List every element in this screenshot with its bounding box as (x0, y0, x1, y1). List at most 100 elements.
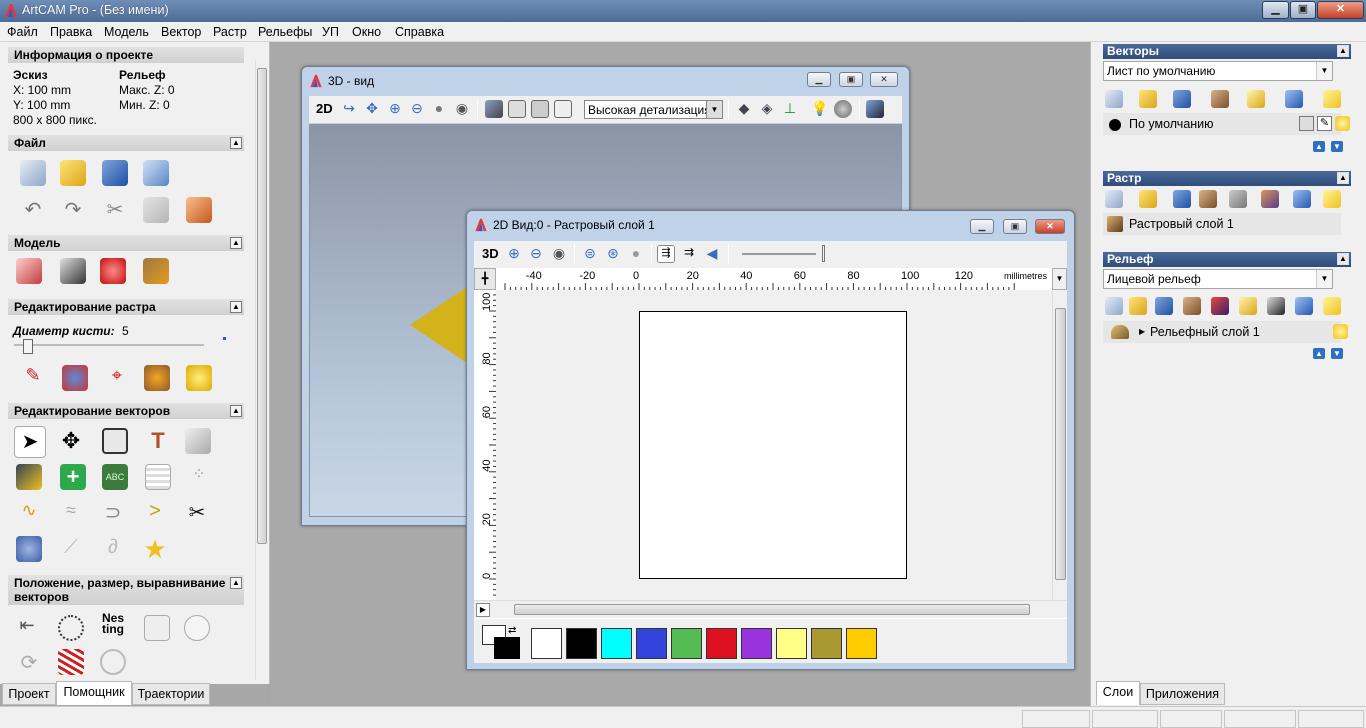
toggle-3d-button[interactable]: 3D (482, 246, 499, 261)
block-copy-icon[interactable]: ⁘ (186, 464, 212, 490)
visibility-icon[interactable] (1247, 90, 1265, 108)
trim-icon[interactable]: ✂ (184, 500, 210, 526)
close-button[interactable]: ✕ (870, 72, 898, 87)
position-align-header[interactable]: Положение, размер, выравнивание векторов ▲ (8, 575, 244, 605)
palette-swatch[interactable] (776, 628, 807, 659)
merge-layer-icon[interactable] (1183, 297, 1201, 315)
maximize-button[interactable]: ▣ (1003, 219, 1027, 234)
fill-icon[interactable] (62, 365, 88, 391)
copy-layer-icon[interactable] (1229, 190, 1247, 208)
wireframe-icon[interactable]: ◈ (758, 100, 776, 118)
move-down-icon[interactable]: ▼ (1331, 348, 1343, 359)
open-folder-icon[interactable] (60, 160, 86, 186)
palette-swatch[interactable] (811, 628, 842, 659)
text-on-curve-icon[interactable]: ABC (102, 464, 128, 490)
new-layer-icon[interactable] (1105, 297, 1123, 315)
zoom-all-icon[interactable]: ◉ (550, 245, 568, 263)
axes-icon[interactable]: ⊥ (781, 100, 799, 118)
delete-layer-icon[interactable] (1295, 297, 1313, 315)
play-icon[interactable]: ▶ (476, 603, 490, 617)
paint-brush-icon[interactable]: ✎ (20, 365, 46, 391)
show-relief-icon[interactable]: ◀ (703, 245, 721, 263)
paste-icon[interactable] (186, 197, 212, 223)
visibility-icon[interactable] (1239, 297, 1257, 315)
smooth-icon[interactable]: ≈ (58, 500, 84, 526)
mirror-icon[interactable]: ⟋ (58, 536, 84, 562)
collapse-icon[interactable]: ▲ (230, 577, 242, 589)
save-layer-icon[interactable] (1173, 190, 1191, 208)
open-layer-icon[interactable] (1129, 297, 1147, 315)
collapse-icon[interactable]: ▲ (230, 405, 242, 417)
left-panel-scrollbar[interactable] (255, 60, 268, 680)
detail-level-select[interactable]: Высокая детализация ▼ (584, 100, 723, 119)
grid-array-icon[interactable] (145, 464, 171, 490)
zoom-previous-icon[interactable]: ⊜ (581, 245, 599, 263)
scrollbar-thumb[interactable] (514, 604, 1030, 615)
zoom-selection-icon[interactable]: ⊛ (604, 245, 622, 263)
zoom-out-icon[interactable]: ⊖ (527, 245, 545, 263)
minimize-button[interactable]: ▁ (970, 219, 994, 234)
relief-select[interactable]: Лицевой рельеф ▼ (1103, 269, 1333, 289)
import-icon[interactable] (143, 160, 169, 186)
copy-icon[interactable] (143, 197, 169, 223)
transform-icon[interactable]: ✥ (58, 428, 84, 454)
collapse-icon[interactable]: ▲ (1337, 45, 1349, 57)
brush-slider-thumb[interactable] (23, 339, 33, 354)
palette-swatch[interactable] (706, 628, 737, 659)
vector-layer-item[interactable]: По умолчанию ✎ (1103, 113, 1350, 135)
tab-layers[interactable]: Слои (1096, 681, 1140, 705)
delete-layer-icon[interactable] (1293, 190, 1311, 208)
menu-edit[interactable]: Правка (50, 25, 92, 39)
lock-icon[interactable] (1299, 116, 1314, 131)
close-button[interactable]: ✕ (1317, 1, 1364, 19)
redo-icon[interactable]: ↷ (60, 197, 86, 223)
tab-toolpaths[interactable]: Траектории (132, 683, 210, 705)
distribute-icon[interactable] (58, 615, 84, 641)
palette-swatch[interactable] (846, 628, 877, 659)
fillet-icon[interactable]: > (142, 500, 168, 526)
collapse-icon[interactable]: ▲ (1337, 172, 1349, 184)
top-view-icon[interactable] (554, 100, 572, 118)
transparency-slider-thumb[interactable] (822, 245, 825, 262)
zoom-out-icon[interactable]: ⊖ (408, 100, 426, 118)
horizontal-scrollbar[interactable]: ▶ (474, 600, 1067, 618)
weave-icon[interactable] (16, 536, 42, 562)
new-layer-icon[interactable] (1105, 90, 1123, 108)
side-view-icon[interactable] (531, 100, 549, 118)
raster-header[interactable]: Растр ▲ (1103, 171, 1351, 186)
toggle-2d-button[interactable]: 2D (316, 101, 333, 116)
zoom-window-icon[interactable]: ● (430, 100, 448, 118)
spiral-icon[interactable]: ∂ (100, 536, 126, 562)
settings-icon[interactable] (866, 100, 884, 118)
palette-swatch[interactable] (531, 628, 562, 659)
merge-layer-icon[interactable] (1199, 190, 1217, 208)
scrollbar-thumb[interactable] (1055, 308, 1066, 580)
raster-layer-item[interactable]: Растровый слой 1 (1103, 213, 1341, 235)
vertical-scrollbar[interactable] (1052, 290, 1067, 600)
new-layer-icon[interactable] (1105, 190, 1123, 208)
menu-reliefs[interactable]: Рельефы (258, 25, 312, 39)
color-select-icon[interactable] (186, 365, 212, 391)
rectangle-icon[interactable] (102, 428, 128, 454)
maximize-button[interactable]: ▣ (1290, 1, 1316, 19)
zoom-in-icon[interactable]: ⊕ (386, 100, 404, 118)
shapes-icon[interactable] (185, 428, 211, 454)
new-file-icon[interactable] (20, 160, 46, 186)
minimize-button[interactable]: ▁ (1262, 1, 1289, 19)
collapse-icon[interactable]: ▲ (230, 137, 242, 149)
rotate-view-icon[interactable]: ↪ (340, 100, 358, 118)
model-resolution-icon[interactable] (60, 258, 86, 284)
palette-swatch[interactable] (566, 628, 597, 659)
delete-layer-icon[interactable] (1285, 90, 1303, 108)
drawing-canvas[interactable] (496, 290, 1052, 600)
show-vectors-icon[interactable]: ⇶ (657, 245, 675, 263)
rotate-icon[interactable]: ⟳ (16, 650, 42, 676)
menu-raster[interactable]: Растр (213, 25, 247, 39)
add-node-icon[interactable]: + (60, 464, 86, 490)
secondary-color-swatch[interactable] (494, 637, 520, 659)
iso-view-icon[interactable] (485, 100, 503, 118)
tab-project[interactable]: Проект (2, 683, 56, 705)
save-layer-icon[interactable] (1173, 90, 1191, 108)
vector-sheet-select[interactable]: Лист по умолчанию ▼ (1103, 61, 1333, 81)
show-raster-icon[interactable]: ⇉ (680, 245, 698, 263)
